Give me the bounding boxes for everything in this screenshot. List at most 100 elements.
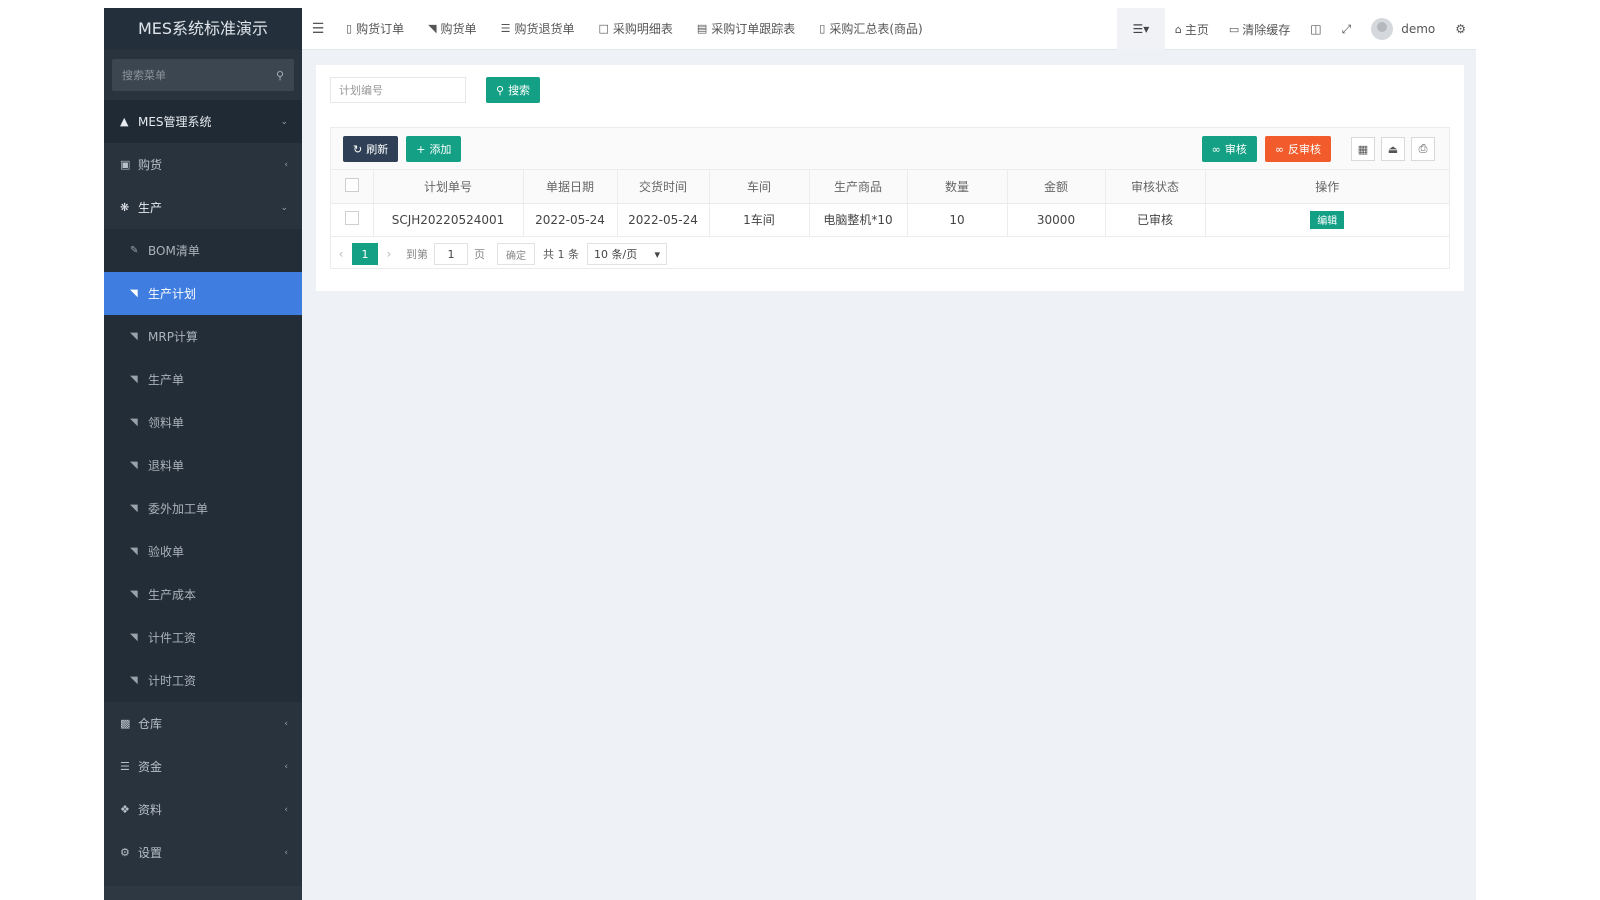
home-link[interactable]: ⌂ 主页 [1165, 21, 1219, 38]
topbar: ☰ ▯ 购货订单 ◥ 购货单 ☰ 购货退货单 □ 采购明细表 ▤ 采购订单跟踪表 ▯ 采购汇… [302, 8, 1476, 50]
column-header: 车间 [709, 170, 810, 204]
plan-no-search-input[interactable]: 计划编号 [330, 77, 466, 103]
chevron-left-icon: ‹ [284, 718, 288, 729]
sidebar-item-label: 领料单 [148, 416, 185, 430]
settings-gear-icon[interactable]: ⚙ [1445, 22, 1476, 36]
add-button[interactable]: + 添加 [406, 136, 462, 162]
sidebar-item-production[interactable]: ❋ 生产 ⌄ [104, 186, 302, 229]
cell-qty: 10 [907, 203, 1008, 237]
sidebar-item-data[interactable]: ❖ 资料 ‹ [104, 788, 302, 831]
search-icon: ⚲ [496, 83, 505, 97]
page-number-input[interactable]: 1 [434, 243, 468, 265]
tab-purchase-return[interactable]: ☰ 购货退货单 [489, 8, 587, 50]
search-button-label: 搜索 [508, 84, 531, 97]
page-unit-label: 页 [474, 248, 485, 261]
table-row[interactable]: SCJH20220524001 2022-05-24 2022-05-24 1车… [331, 203, 1449, 237]
sidebar-item-label: 仓库 [138, 717, 163, 731]
area-chart-icon: ◥ [130, 417, 138, 428]
table-toolbar: ↻ 刷新 + 添加 ∞ 审核 ∞ 反审核 ▦ ⏏ ⎙ [331, 128, 1449, 170]
search-icon[interactable]: ⚲ [276, 69, 284, 82]
sidebar-item-label: 委外加工单 [148, 502, 209, 516]
refresh-button[interactable]: ↻ 刷新 [343, 136, 399, 162]
tab-label: 购货订单 [356, 22, 405, 36]
chevron-down-icon: ⌄ [280, 202, 288, 213]
add-label: 添加 [429, 143, 452, 156]
sidebar-item-label: 生产单 [148, 373, 185, 387]
cell-amount: 30000 [1007, 203, 1106, 237]
row-checkbox[interactable] [344, 211, 359, 225]
goto-confirm-button[interactable]: 确定 [497, 243, 535, 265]
warehouse-icon: ▩ [120, 717, 131, 730]
row-select-cell [331, 203, 374, 237]
search-bar: 计划编号 ⚲ 搜索 [330, 77, 541, 103]
sidebar-item-outsourcing[interactable]: ◥ 委外加工单 [104, 487, 302, 530]
select-all-checkbox[interactable] [344, 177, 359, 192]
translate-icon[interactable]: ◫ [1300, 22, 1331, 36]
file-icon: □ [598, 22, 609, 35]
unaudit-button[interactable]: ∞ 反审核 [1264, 136, 1331, 162]
tab-purchase-bill[interactable]: ◥ 购货单 [416, 8, 488, 50]
sidebar-item-purchase[interactable]: ▣ 购货 ‹ [104, 143, 302, 186]
chevron-left-icon: ‹ [284, 847, 288, 858]
sidebar-item-settings[interactable]: ⚙ 设置 ‹ [104, 831, 302, 874]
export-icon[interactable]: ⏏ [1381, 137, 1405, 161]
sidebar-item-label: 生产成本 [148, 588, 197, 602]
sidebar-item-label: 生产 [138, 201, 163, 215]
select-all-cell [331, 170, 374, 204]
app-frame: MES系统标准演示 搜索菜单 ⚲ ▲ MES管理系统 ⌄ ▣ 购货 ‹ ❋ 生产… [104, 8, 1476, 900]
tab-label: 购货单 [440, 22, 477, 36]
production-plan-table: 计划单号 单据日期 交货时间 车间 生产商品 数量 金额 审核状态 操作 SCJ… [331, 170, 1449, 237]
menu-search-input[interactable]: 搜索菜单 ⚲ [112, 59, 294, 91]
user-menu[interactable]: demo [1361, 18, 1445, 40]
sidebar-item-production-order[interactable]: ◥ 生产单 [104, 358, 302, 401]
edit-button[interactable]: 编辑 [1310, 210, 1345, 229]
sidebar-item-piece-wage[interactable]: ◥ 计件工资 [104, 616, 302, 659]
main-panel: 计划编号 ⚲ 搜索 ↻ 刷新 + 添加 ∞ 审核 ∞ 反审核 ▦ ⏏ ⎙ 计划单… [316, 65, 1464, 291]
columns-filter-icon[interactable]: ▦ [1351, 137, 1375, 161]
next-page-icon[interactable]: › [378, 247, 400, 261]
tab-purchase-tracking[interactable]: ▤ 采购订单跟踪表 [685, 8, 807, 50]
sidebar-item-funds[interactable]: ☰ 资金 ‹ [104, 745, 302, 788]
area-chart-icon: ◥ [130, 546, 138, 557]
tab-purchase-order[interactable]: ▯ 购货订单 [334, 8, 416, 50]
chevron-left-icon: ‹ [284, 804, 288, 815]
tab-label: 采购明细表 [612, 22, 673, 36]
sidebar-item-warehouse[interactable]: ▩ 仓库 ‹ [104, 702, 302, 745]
sidebar-item-production-plan[interactable]: ◥ 生产计划 [104, 272, 302, 315]
cell-actions: 编辑 [1205, 203, 1449, 237]
area-chart-icon: ◥ [130, 632, 138, 643]
trash-icon: ▭ [1228, 22, 1240, 36]
clear-cache-label: 清除缓存 [1242, 22, 1291, 37]
current-page[interactable]: 1 [352, 243, 378, 265]
cogs-icon: ❋ [120, 201, 130, 214]
sidebar-item-material-return[interactable]: ◥ 退料单 [104, 444, 302, 487]
sidebar-item-bom[interactable]: ✎ BOM清单 [104, 229, 302, 272]
tab-purchase-detail[interactable]: □ 采购明细表 [586, 8, 684, 50]
area-chart-icon: ◥ [428, 22, 437, 35]
cell-product: 电脑整机*10 [809, 203, 908, 237]
fullscreen-icon[interactable]: ⤢ [1332, 22, 1362, 37]
prev-page-icon[interactable]: ‹ [330, 247, 352, 261]
sidebar-item-label: 设置 [138, 846, 163, 860]
sidebar-item-production-cost[interactable]: ◥ 生产成本 [104, 573, 302, 616]
search-button[interactable]: ⚲ 搜索 [486, 77, 541, 103]
page-size-select[interactable]: 10 条/页 ▾ [587, 243, 667, 265]
sidebar-item-mes-root[interactable]: ▲ MES管理系统 ⌄ [104, 100, 302, 143]
sidebar-item-label: 生产计划 [148, 287, 197, 301]
clear-cache-link[interactable]: ▭ 清除缓存 [1219, 21, 1300, 38]
pagination: ‹ 1 › 到第 1 页 确定 共 1 条 10 条/页 ▾ [330, 239, 667, 269]
print-icon[interactable]: ⎙ [1411, 137, 1435, 161]
sidebar-toggle-icon[interactable]: ☰ [302, 21, 334, 37]
sidebar-item-time-wage[interactable]: ◥ 计时工资 [104, 659, 302, 702]
sidebar-item-acceptance[interactable]: ◥ 验收单 [104, 530, 302, 573]
tab-purchase-summary[interactable]: ▯ 采购汇总表(商品) [807, 8, 934, 50]
tabs-menu-icon[interactable]: ☰▾ [1116, 8, 1165, 50]
eraser-icon: ✎ [130, 245, 139, 256]
sidebar-item-material-request[interactable]: ◥ 领料单 [104, 401, 302, 444]
audit-button[interactable]: ∞ 审核 [1201, 136, 1257, 162]
area-chart-icon: ◥ [130, 675, 138, 686]
gears-icon: ⚙ [120, 846, 130, 859]
database-icon: ☰ [500, 22, 511, 35]
column-header: 生产商品 [809, 170, 908, 204]
sidebar-item-mrp[interactable]: ◥ MRP计算 [104, 315, 302, 358]
